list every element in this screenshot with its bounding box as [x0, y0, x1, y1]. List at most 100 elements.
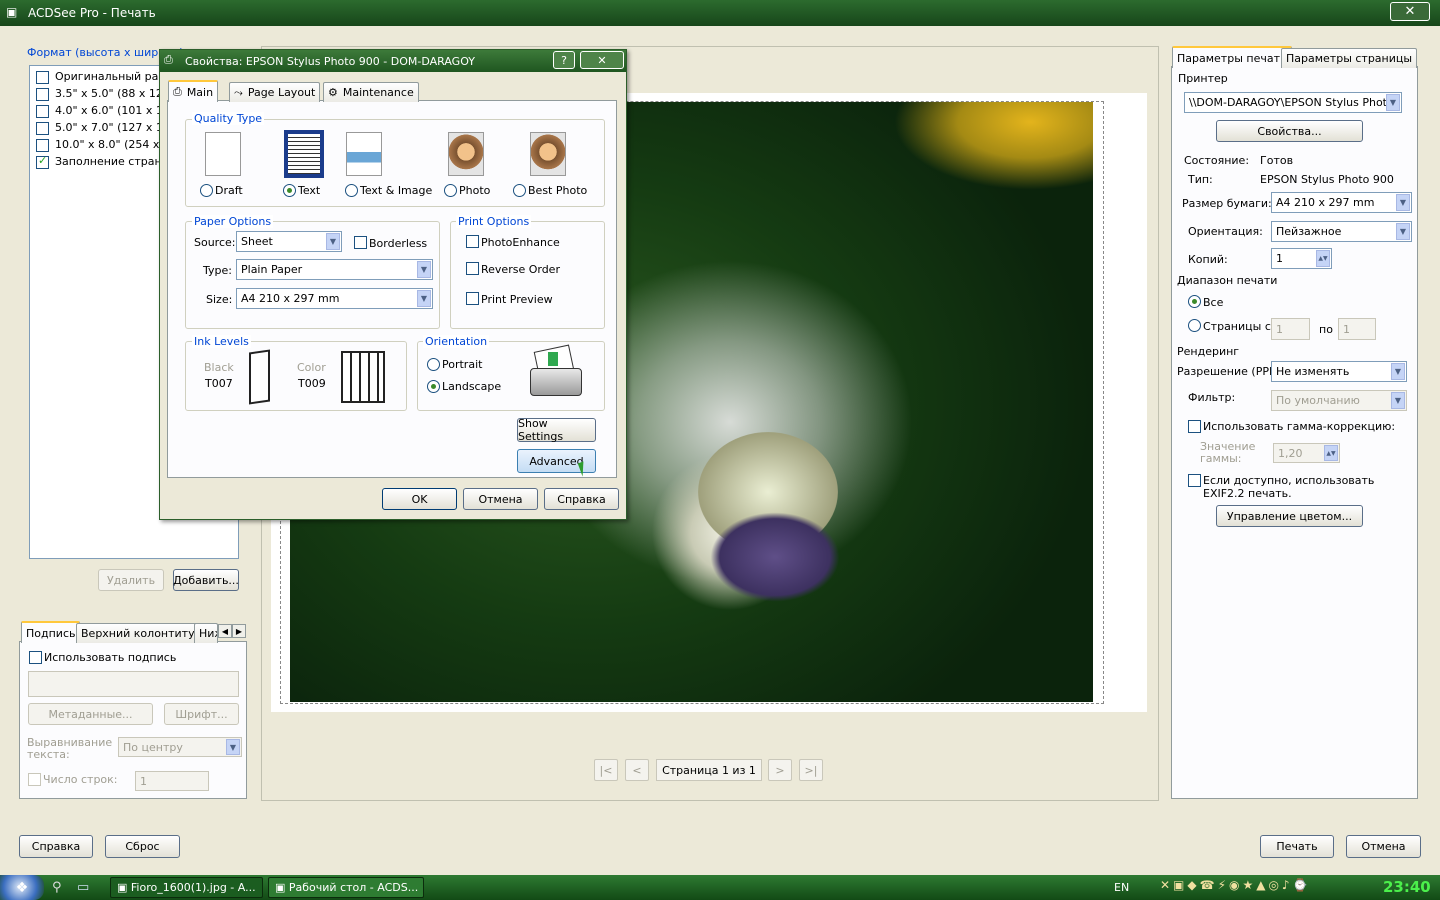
use-caption-checkbox[interactable]: [29, 651, 42, 664]
dialog-title: Свойства: EPSON Stylus Photo 900 - DOM-D…: [185, 55, 475, 68]
copies-spinner[interactable]: 1 ▲▼: [1271, 248, 1332, 269]
tab-scroll-left[interactable]: ◀: [218, 624, 232, 638]
tab-page-layout-label: Page Layout: [247, 86, 316, 99]
format-checkbox[interactable]: [36, 105, 49, 118]
filter-value: По умолчанию: [1276, 394, 1360, 407]
tab-page-layout[interactable]: ⤳ Page Layout: [229, 82, 321, 102]
format-checkbox[interactable]: [36, 71, 49, 84]
window-close-button[interactable]: ✕: [1390, 2, 1430, 21]
reverse-order-checkbox[interactable]: [466, 262, 479, 275]
borderless-checkbox[interactable]: [354, 236, 367, 249]
quality-radio[interactable]: [444, 184, 457, 197]
chevron-down-icon: ▼: [1396, 223, 1410, 240]
paper-size-label: Размер бумаги:: [1182, 197, 1272, 210]
print-options-label: Print Options: [456, 215, 532, 228]
next-page-button[interactable]: >: [768, 759, 792, 781]
source-select[interactable]: Sheet ▼: [236, 231, 342, 252]
cancel-button[interactable]: Отмена: [1346, 835, 1421, 858]
show-settings-button[interactable]: Show Settings: [517, 417, 596, 443]
range-all-radio[interactable]: [1188, 295, 1201, 308]
paper-size-select[interactable]: A4 210 x 297 mm ▼: [236, 288, 433, 309]
type-label: Тип:: [1188, 173, 1213, 186]
dialog-cancel-button[interactable]: Отмена: [463, 488, 538, 510]
first-page-button[interactable]: |<: [594, 759, 618, 781]
orientation-select[interactable]: Пейзажное ▼: [1271, 221, 1412, 242]
language-indicator[interactable]: EN: [1114, 881, 1129, 894]
help-button[interactable]: Справка: [19, 835, 93, 858]
dialog-help-text-button[interactable]: Справка: [544, 488, 619, 510]
quicklaunch-icon-1[interactable]: ⚲: [52, 880, 62, 895]
exif-checkbox[interactable]: [1188, 474, 1201, 487]
font-button[interactable]: Шрифт...: [164, 703, 239, 725]
copies-label: Копий:: [1188, 253, 1228, 266]
chevron-down-icon: ▼: [1391, 363, 1405, 380]
format-checkbox[interactable]: [36, 154, 49, 169]
print-preview-checkbox[interactable]: [466, 292, 479, 305]
lines-field[interactable]: 1: [135, 771, 209, 791]
tab-page-params[interactable]: Параметры страницы: [1281, 48, 1418, 68]
dialog-close-button[interactable]: ✕: [580, 51, 624, 69]
taskbar-item-desktop-label: Рабочий стол - ACDS...: [288, 881, 419, 894]
last-page-button[interactable]: >|: [799, 759, 823, 781]
start-button[interactable]: ❖: [0, 875, 44, 900]
tab-footer-label: Нижний колонтитул: [199, 627, 217, 640]
quality-radio[interactable]: [345, 184, 358, 197]
black-ink-cartridge-icon: [249, 349, 270, 405]
lines-checkbox[interactable]: [28, 773, 41, 786]
pages-from-field[interactable]: 1: [1271, 318, 1310, 340]
printer-select[interactable]: \\DOM-DARAGOY\EPSON Stylus Photo 900▼: [1184, 92, 1402, 113]
photo-enhance-checkbox[interactable]: [466, 235, 479, 248]
size-label: Size:: [206, 293, 233, 306]
gamma-spinner[interactable]: 1,20 ▲▼: [1273, 443, 1340, 463]
quality-radio[interactable]: [200, 184, 213, 197]
taskbar-item-desktop[interactable]: ▣ Рабочий стол - ACDS...: [268, 877, 424, 898]
black-ink-code: T007: [205, 377, 233, 390]
format-checkbox[interactable]: [36, 88, 49, 101]
pages-to-field[interactable]: 1: [1338, 318, 1376, 340]
quicklaunch-icon-2[interactable]: ▭: [77, 880, 89, 895]
delete-format-button[interactable]: Удалить: [98, 569, 164, 591]
format-checkbox[interactable]: [36, 122, 49, 135]
dialog-help-button[interactable]: ?: [553, 51, 575, 69]
gamma-checkbox[interactable]: [1188, 420, 1201, 433]
landscape-radio[interactable]: [427, 380, 440, 393]
ppi-select[interactable]: Не изменять ▼: [1271, 361, 1407, 382]
paper-size-select[interactable]: A4 210 x 297 mm ▼: [1271, 192, 1412, 213]
quality-radio[interactable]: [283, 184, 296, 197]
range-pages-label: Страницы с:: [1203, 320, 1275, 333]
printer-arrow-shape: [548, 352, 558, 366]
portrait-radio[interactable]: [427, 358, 440, 371]
paper-type-select[interactable]: Plain Paper ▼: [236, 259, 433, 280]
tab-scroll-right[interactable]: ▶: [232, 624, 246, 638]
paper-type-value: Plain Paper: [241, 263, 303, 276]
filter-select[interactable]: По умолчанию ▼: [1271, 390, 1407, 411]
tab-header[interactable]: Верхний колонтитул: [76, 623, 207, 643]
tab-main[interactable]: ⎙ Main: [168, 80, 219, 102]
dialog-ok-button[interactable]: OK: [382, 488, 457, 510]
tab-print-params[interactable]: Параметры печати: [1172, 46, 1293, 68]
clock: 23:40: [1383, 878, 1431, 896]
gamma-value: 1,20: [1278, 446, 1303, 460]
prev-page-button[interactable]: <: [625, 759, 649, 781]
metadata-button[interactable]: Метаданные...: [28, 703, 153, 725]
print-button[interactable]: Печать: [1260, 835, 1334, 858]
printer-orientation-icon: [528, 344, 588, 404]
spinner-arrows-icon: ▲▼: [1324, 445, 1338, 461]
tab-maintenance[interactable]: ⚙ Maintenance: [323, 82, 419, 102]
black-ink-label: Black: [204, 361, 234, 374]
align-select[interactable]: По центру ▼: [118, 737, 242, 757]
print-preview-label: Print Preview: [481, 293, 553, 306]
taskbar-item-image[interactable]: ▣ Fioro_1600(1).jpg - A...: [110, 877, 263, 898]
add-format-button[interactable]: Добавить...: [173, 569, 239, 591]
caption-text-field[interactable]: [28, 671, 239, 697]
reset-button[interactable]: Сброс: [105, 835, 180, 858]
range-pages-radio[interactable]: [1188, 319, 1201, 332]
color-management-button[interactable]: Управление цветом...: [1216, 505, 1363, 527]
quality-radio[interactable]: [513, 184, 526, 197]
tab-footer[interactable]: Нижний колонтитул: [194, 623, 218, 643]
printer-properties-button[interactable]: Свойства...: [1216, 120, 1363, 142]
tab-caption[interactable]: Подпись: [21, 621, 81, 643]
tray-icons[interactable]: ✕▣◆☎⚡◉★▲◎♪⌚: [1160, 878, 1311, 892]
chevron-down-icon: ▼: [417, 290, 431, 307]
format-checkbox[interactable]: [36, 139, 49, 152]
